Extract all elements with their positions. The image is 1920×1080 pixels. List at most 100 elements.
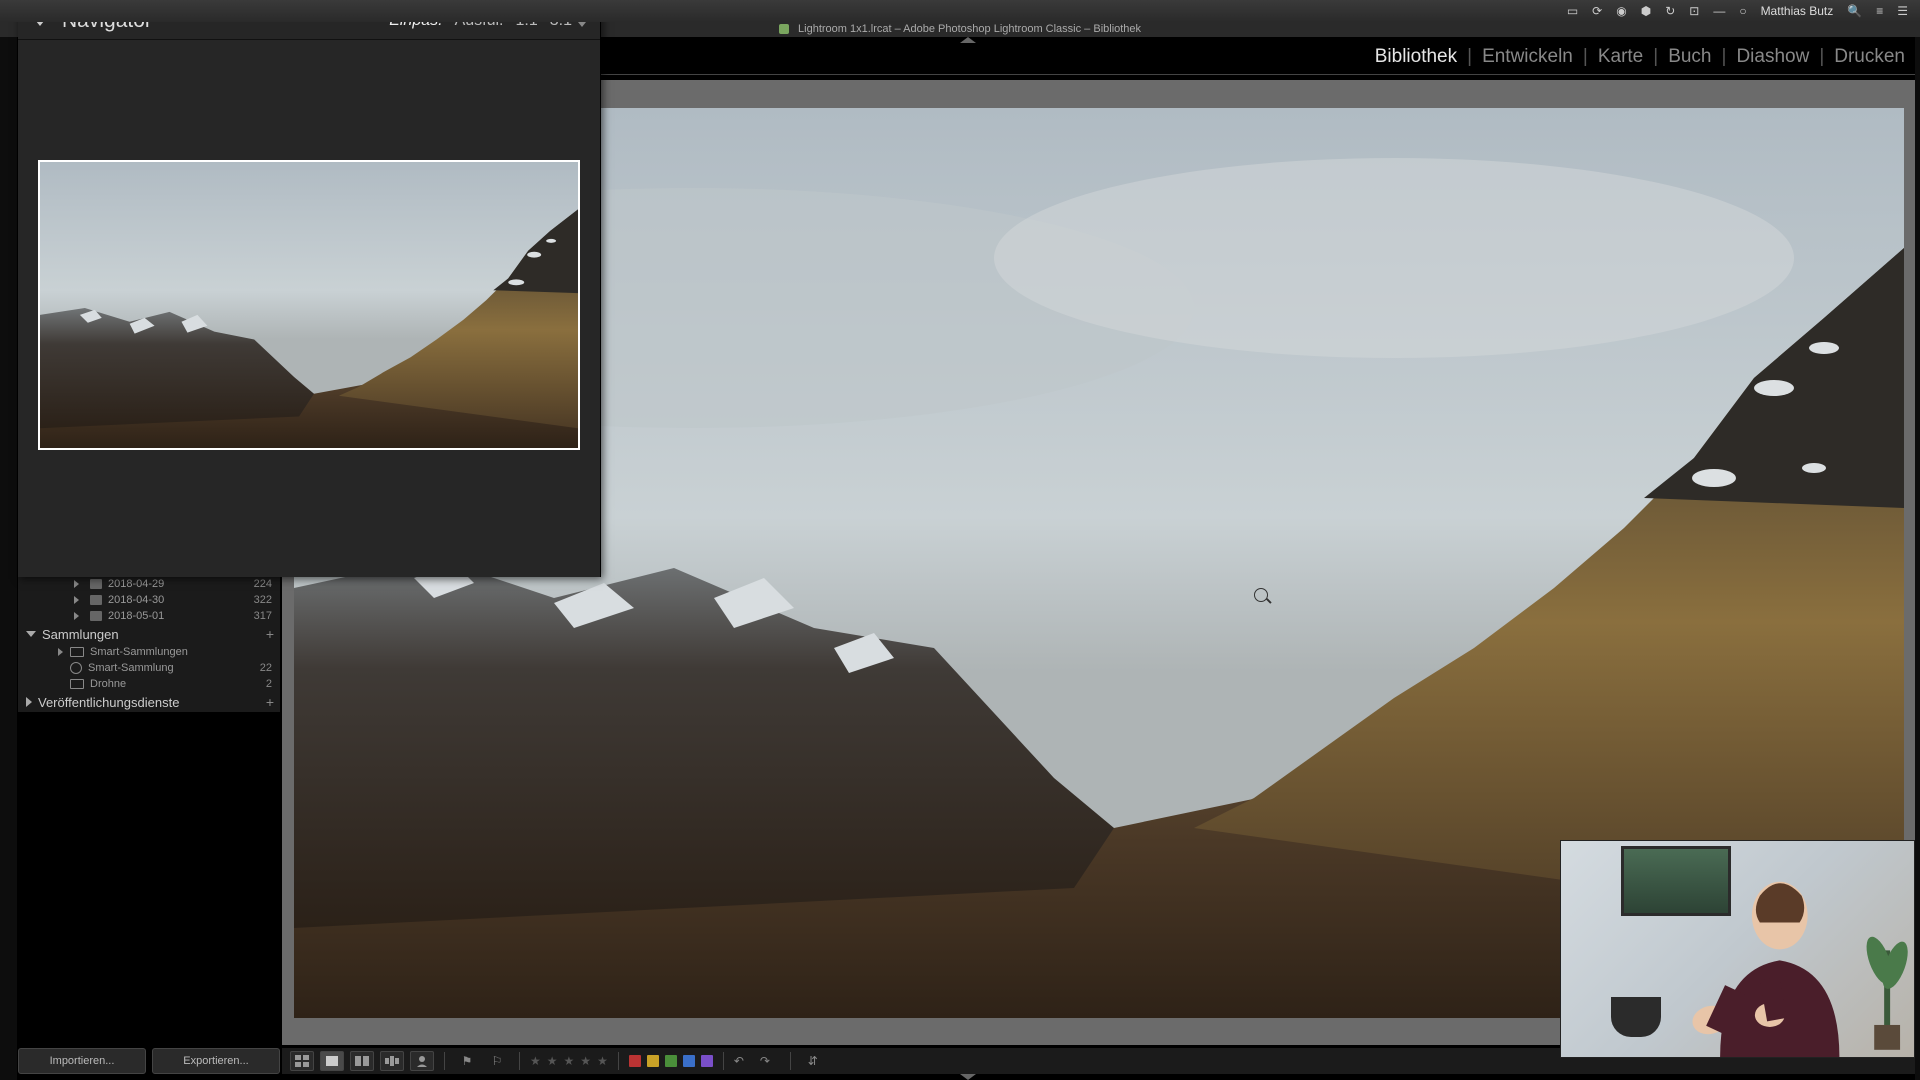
collection-count: 2 (266, 678, 272, 690)
folder-name: 2018-05-01 (108, 610, 254, 622)
presenter-webcam-overlay (1560, 840, 1915, 1058)
chevron-right-icon[interactable] (74, 612, 79, 620)
desk-cup (1611, 997, 1661, 1037)
publish-services-title: Veröffentlichungsdienste (38, 695, 179, 710)
tab-drucken[interactable]: Drucken (1834, 46, 1905, 68)
spotlight-icon[interactable]: 🔍 (1847, 4, 1862, 18)
smart-collection-icon (70, 662, 82, 674)
window-title-text: Lightroom 1x1.lrcat – Adobe Photoshop Li… (798, 23, 1141, 35)
collection-set-icon (70, 647, 84, 657)
rotate-cw-button[interactable]: ↷ (760, 1054, 780, 1068)
flag-reject-button[interactable]: ⚐ (485, 1051, 509, 1071)
color-label-purple[interactable] (701, 1055, 713, 1067)
sync-icon[interactable]: ⟳ (1592, 4, 1602, 18)
compare-view-button[interactable] (350, 1051, 374, 1071)
flag-pick-button[interactable]: ⚑ (455, 1051, 479, 1071)
star-rating-4[interactable]: ★ (580, 1054, 591, 1068)
zoom-cursor-icon (1254, 588, 1268, 602)
star-rating-3[interactable]: ★ (564, 1054, 575, 1068)
star-rating-2[interactable]: ★ (547, 1054, 558, 1068)
drop-icon[interactable]: ⬢ (1641, 4, 1651, 18)
toolbar-separator (790, 1052, 791, 1070)
people-view-button[interactable] (410, 1051, 434, 1071)
collection-name: Smart-Sammlung (88, 662, 260, 674)
collection-count: 22 (260, 662, 272, 674)
color-label-green[interactable] (665, 1055, 677, 1067)
folder-row[interactable]: 2018-04-30 322 (18, 592, 280, 608)
collections-header[interactable]: Sammlungen + (18, 624, 280, 644)
folder-row[interactable]: 2018-05-01 317 (18, 608, 280, 624)
menubar-username[interactable]: Matthias Butz (1761, 4, 1834, 18)
folders-panel: 2018-04-29 224 2018-04-30 322 2018-05-01… (18, 576, 280, 712)
folder-name: 2018-04-29 (108, 578, 254, 590)
catalog-doc-icon (779, 24, 789, 34)
star-rating-5[interactable]: ★ (597, 1054, 608, 1068)
module-sep: | (1819, 46, 1824, 68)
collection-row[interactable]: Smart-Sammlungen (18, 644, 280, 660)
dash-icon[interactable]: — (1713, 4, 1725, 18)
timemachine-icon[interactable]: ↻ (1665, 4, 1675, 18)
toolbar-separator (519, 1052, 520, 1070)
folder-row[interactable]: 2018-04-29 224 (18, 576, 280, 592)
wifi-icon[interactable]: ◉ (1616, 4, 1626, 18)
add-publish-service-button[interactable]: + (266, 694, 274, 710)
survey-view-button[interactable] (380, 1051, 404, 1071)
module-sep: | (1722, 46, 1727, 68)
folder-icon (90, 595, 102, 605)
tab-bibliothek[interactable]: Bibliothek (1375, 46, 1457, 68)
collection-row[interactable]: Smart-Sammlung 22 (18, 660, 280, 676)
color-label-red[interactable] (629, 1055, 641, 1067)
collection-name: Drohne (90, 678, 266, 690)
module-sep: | (1653, 46, 1658, 68)
loupe-view-button[interactable] (320, 1051, 344, 1071)
folder-icon (90, 579, 102, 589)
menu-icon[interactable]: ☰ (1897, 4, 1908, 18)
macos-menubar: ▭ ⟳ ◉ ⬢ ↻ ⊡ — ○ Matthias Butz 🔍 ≡ ☰ (0, 0, 1920, 22)
folder-count: 317 (254, 610, 272, 622)
navigator-preview-image[interactable] (38, 160, 580, 450)
folder-name: 2018-04-30 (108, 594, 254, 606)
toolbar-separator (723, 1052, 724, 1070)
star-rating-1[interactable]: ★ (530, 1054, 541, 1068)
module-picker: Bibliothek | Entwickeln | Karte | Buch |… (600, 40, 1915, 75)
import-button[interactable]: Importieren... (18, 1048, 146, 1074)
add-collection-button[interactable]: + (266, 626, 274, 642)
collapse-triangle-icon[interactable] (26, 631, 36, 637)
grid-view-button[interactable] (290, 1051, 314, 1071)
chevron-right-icon[interactable] (26, 697, 32, 707)
import-export-bar: Importieren... Exportieren... (18, 1048, 280, 1074)
color-label-blue[interactable] (683, 1055, 695, 1067)
left-edge-strip (0, 0, 18, 1080)
chevron-right-icon[interactable] (74, 580, 79, 588)
collection-icon (70, 679, 84, 689)
collection-name: Smart-Sammlungen (90, 646, 272, 658)
tab-karte[interactable]: Karte (1598, 46, 1643, 68)
chevron-right-icon[interactable] (58, 648, 63, 656)
tab-diashow[interactable]: Diashow (1736, 46, 1809, 68)
control-center-icon[interactable]: ≡ (1876, 4, 1883, 18)
tab-buch[interactable]: Buch (1668, 46, 1711, 68)
navigator-panel: Navigator Einpas. Ausfül. 1:1 3:1 (18, 2, 601, 577)
collection-row[interactable]: Drohne 2 (18, 676, 280, 692)
folder-count: 322 (254, 594, 272, 606)
backup-icon[interactable]: ⊡ (1689, 4, 1699, 18)
rotate-ccw-button[interactable]: ↶ (734, 1054, 754, 1068)
module-sep: | (1467, 46, 1472, 68)
module-sep: | (1583, 46, 1588, 68)
folder-count: 224 (254, 578, 272, 590)
export-button[interactable]: Exportieren... (152, 1048, 280, 1074)
collections-title: Sammlungen (42, 627, 119, 642)
chevron-right-icon[interactable] (74, 596, 79, 604)
circle-icon[interactable]: ○ (1739, 4, 1746, 18)
sync-metadata-button[interactable]: ⇵ (801, 1051, 825, 1071)
toolbar-separator (618, 1052, 619, 1070)
filmstrip-expand-handle[interactable] (960, 1074, 976, 1080)
tab-entwickeln[interactable]: Entwickeln (1482, 46, 1573, 68)
right-edge-strip (1915, 0, 1920, 1080)
chevron-down-icon[interactable] (578, 22, 586, 27)
color-label-yellow[interactable] (647, 1055, 659, 1067)
publish-services-header[interactable]: Veröffentlichungsdienste + (18, 692, 280, 712)
folder-icon (90, 611, 102, 621)
toolbar-separator (444, 1052, 445, 1070)
display-icon[interactable]: ▭ (1567, 4, 1578, 18)
